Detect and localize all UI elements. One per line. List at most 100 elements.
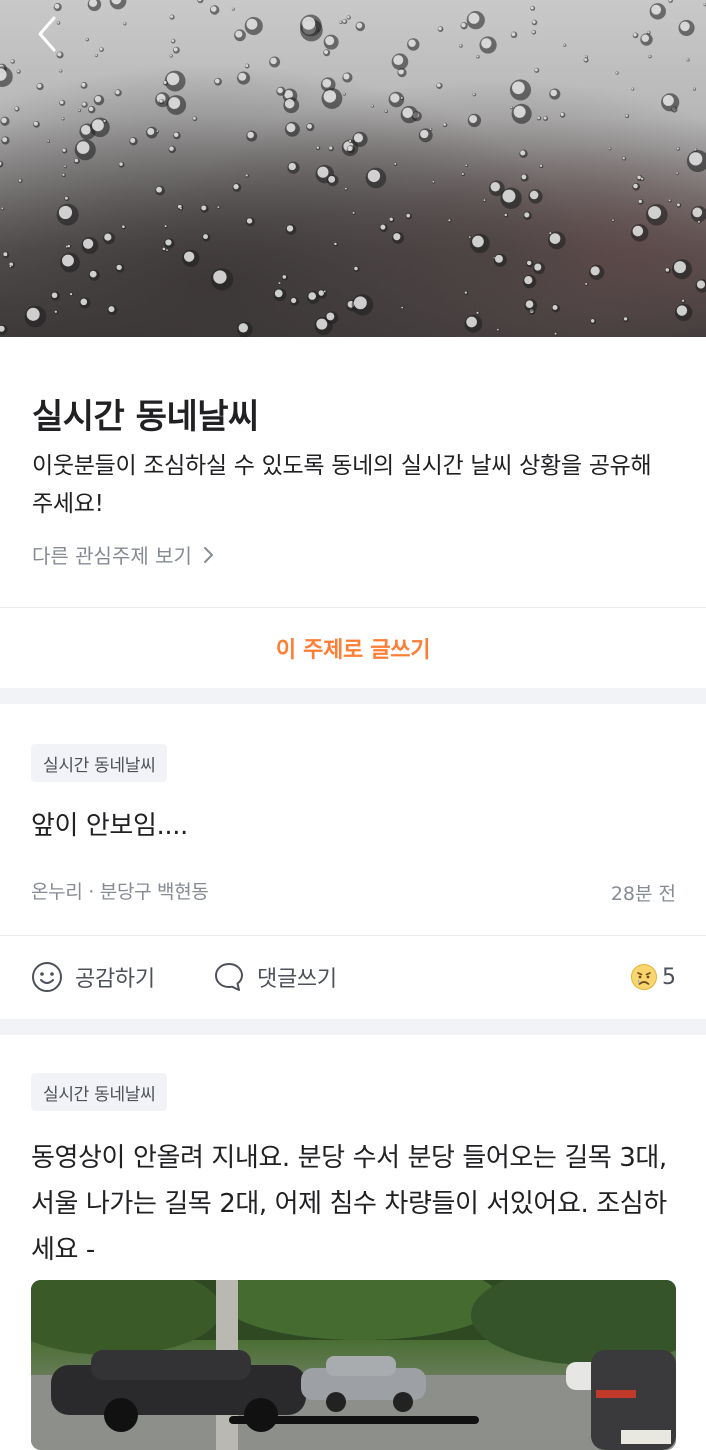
raindrop [352,211,356,215]
raindrop [583,57,589,63]
raindrop [407,38,420,51]
raindrop [342,92,346,96]
raindrop [93,94,105,106]
raindrop [69,292,74,297]
raindrop [589,264,605,281]
raindrop [351,294,374,316]
raindrop [36,82,44,91]
raindrop [107,305,118,316]
raindrop [192,116,198,122]
raindrop [115,263,125,273]
raindrop [496,328,500,332]
raindrop [671,259,693,280]
raindrop [214,77,222,86]
raindrop [168,145,176,154]
smile-icon [32,962,62,992]
raindrop [64,196,70,202]
raindrop [245,173,249,178]
raindrop [197,0,204,4]
post-body: 동영상이 안올려 지내요. 분당 수서 분당 들어오는 길목 3대, 서울 나가… [31,1143,667,1265]
raindrop [353,266,360,273]
home-indicator[interactable] [229,1416,479,1424]
raindrop [625,114,630,119]
raindrop [85,37,90,42]
post-photo[interactable] [31,1280,676,1450]
raindrop [531,29,537,35]
raindrop [164,238,175,249]
raindrop [437,26,444,32]
raindrop [668,0,673,3]
raindrop [510,106,514,110]
raindrop [476,55,480,59]
flooded-road-photo [31,1280,676,1450]
raindrop [342,19,348,25]
raindrop [686,58,690,62]
raindrop [59,99,66,106]
raindrop [325,311,339,325]
raindrop [80,82,88,89]
raindrop [676,202,682,208]
raindrop [686,149,706,173]
raindrop [63,165,67,169]
back-button[interactable] [34,14,78,58]
raindrop [392,231,404,244]
raindrop [0,66,13,87]
raindrop [549,88,561,100]
raindrop [74,139,96,161]
raindrop [468,235,472,239]
raindrop [59,69,63,73]
raindrop [60,252,80,273]
raindrop [533,262,545,275]
raindrop [393,162,398,166]
post-card[interactable]: 실시간 동네날씨 앞이 안보임.... 온누리 · 분당구 백현동 28분 전 … [0,704,706,1020]
raindrop [674,303,693,322]
write-post-button[interactable]: 이 주제로 글쓰기 [0,608,706,688]
post-topic-tag[interactable]: 실시간 동네날씨 [31,1073,168,1111]
comment-bubble-icon [215,963,243,991]
raindrop [234,29,246,42]
raindrop [283,97,300,114]
raindrop [231,7,235,11]
raindrop [348,139,353,144]
raindrop [632,182,641,191]
raindrop [232,183,242,192]
raindrop [155,185,165,196]
comment-button[interactable]: 댓글쓰기 [213,936,337,1018]
raindrop [210,268,234,291]
raindrop [664,267,671,274]
other-topics-label: 다른 관심주제 보기 [32,544,192,568]
raindrop [466,11,485,30]
post-author-location: 온누리 · 분당구 백현동 [31,881,209,903]
raindrop [81,236,99,255]
raindrop [622,156,627,161]
raindrop [459,43,463,48]
raindrop [200,204,209,213]
raindrop [522,274,537,289]
reaction-count[interactable]: 5 [630,936,676,1018]
raindrop [401,306,405,310]
raindrop [590,318,597,325]
post-topic-tag[interactable]: 실시간 동네날씨 [31,744,168,782]
raindrop [465,164,469,168]
rain-drops-image [0,0,706,337]
raindrop [61,117,65,121]
raindrop [509,79,532,101]
raindrop [169,54,173,58]
raindrop [630,224,649,242]
raindrop [384,109,388,114]
raindrop [400,105,419,124]
raindrop [584,282,589,286]
like-button[interactable]: 공감하기 [31,936,155,1018]
raindrop [0,116,10,126]
raindrop [346,145,356,154]
raindrop [493,253,507,267]
raindrop [316,146,321,151]
raindrop [74,158,80,165]
raindrop [470,233,490,254]
raindrop [645,203,668,226]
raindrop [461,172,465,177]
raindrop [123,22,127,26]
other-topics-link[interactable]: 다른 관심주제 보기 [32,540,214,569]
raindrop [460,22,468,30]
raindrop [526,259,534,268]
